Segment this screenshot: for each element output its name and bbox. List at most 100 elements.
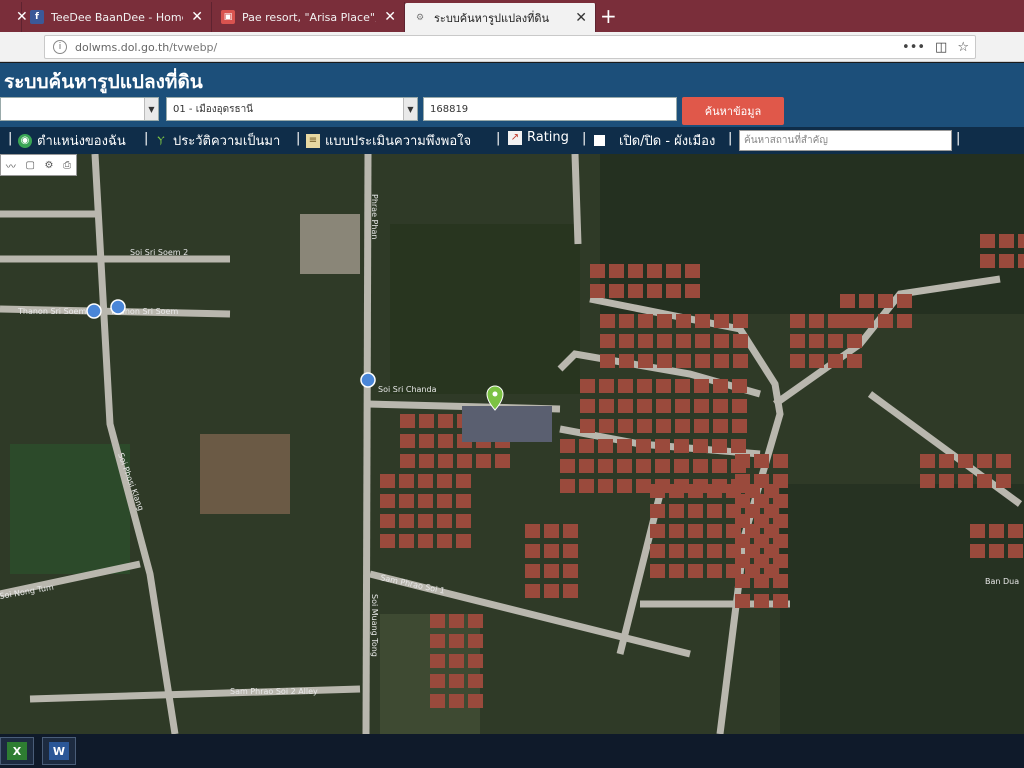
chevron-down-icon[interactable]: ▼ [144, 98, 158, 120]
house-roof [399, 514, 414, 528]
house-roof [999, 234, 1014, 248]
house-roof [598, 459, 613, 473]
menu-separator: | [296, 131, 301, 146]
word-logo: W [49, 742, 69, 760]
road-label: Soi Sri Chanda [378, 385, 437, 394]
menu-survey[interactable]: ≡ แบบประเมินความพึงพอใจ [306, 130, 471, 151]
house-roof [712, 439, 727, 453]
house-roof [619, 334, 634, 348]
house-roof [977, 474, 992, 488]
house-roof [773, 514, 788, 528]
house-roof [1008, 524, 1023, 538]
house-roof [1018, 254, 1024, 268]
house-roof [650, 484, 665, 498]
site-header: ระบบค้นหารูปแปลงที่ดิน [0, 63, 1024, 97]
menu-history[interactable]: Ⲩ ประวัติความเป็นมา [154, 130, 280, 151]
tab-previous[interactable]: ✕ [0, 2, 28, 32]
house-roof [675, 419, 690, 433]
house-roof [618, 379, 633, 393]
house-roof [380, 514, 395, 528]
house-roof [418, 494, 433, 508]
house-roof [609, 264, 624, 278]
house-roof [495, 454, 510, 468]
house-roof [430, 674, 445, 688]
parcel-number-input[interactable]: 168819 [423, 97, 677, 121]
house-roof [754, 534, 769, 548]
new-tab-button[interactable]: + [600, 6, 617, 26]
checkbox[interactable] [594, 135, 605, 146]
pocket-icon[interactable]: ◫ [935, 40, 947, 55]
word-icon[interactable]: W [42, 737, 76, 765]
house-roof [735, 554, 750, 568]
district-select[interactable]: 01 - เมืองอุดรธานี ▼ [166, 97, 418, 121]
menu-label: Rating [527, 130, 569, 145]
house-roof [695, 354, 710, 368]
tab-land-search[interactable]: ⚙ ระบบค้นหารูปแปลงที่ดิน ✕ [405, 3, 596, 32]
chevron-down-icon[interactable]: ▼ [403, 98, 417, 120]
house-roof [675, 379, 690, 393]
measure-area-icon[interactable]: ▢ [25, 160, 34, 171]
road-label: Ban Dua [985, 577, 1019, 586]
house-roof [560, 459, 575, 473]
tab-teedee-baandee[interactable]: f TeeDee BaanDee - Home ✕ [22, 2, 212, 32]
excel-logo: X [7, 742, 27, 760]
excel-icon[interactable]: X [0, 737, 34, 765]
house-roof [970, 544, 985, 558]
bookmark-star-icon[interactable]: ☆ [957, 40, 969, 55]
close-icon[interactable]: ✕ [191, 9, 203, 25]
place-search-input[interactable]: ค้นหาสถานที่สำคัญ [739, 130, 952, 151]
tab-title: Pae resort, "Arisa Place", soi so [242, 10, 377, 24]
menu-my-location[interactable]: ◉ ตำแหน่งของฉัน [18, 130, 126, 151]
tab-pae-resort[interactable]: ▣ Pae resort, "Arisa Place", soi so ✕ [213, 2, 405, 32]
house-roof [878, 314, 893, 328]
house-roof [828, 354, 843, 368]
house-roof [695, 334, 710, 348]
globe-icon: ◉ [18, 133, 32, 148]
chart-icon: ↗ [508, 130, 522, 145]
house-roof [418, 474, 433, 488]
menu-separator: | [582, 131, 587, 146]
menu-separator: | [956, 131, 961, 146]
house-roof [476, 454, 491, 468]
house-roof [637, 399, 652, 413]
print-icon[interactable]: ⎙ [63, 160, 71, 171]
house-roof [468, 634, 483, 648]
house-roof [656, 379, 671, 393]
house-roof [754, 474, 769, 488]
navigation-bar: i dolwms.dol.go.th /tvwebp/ ••• ◫ ☆ [0, 32, 1024, 62]
satellite-map[interactable]: Thanon Sri Soem Soi Sri Soem 2 Thanon Sr… [0, 154, 1024, 734]
house-roof [525, 564, 540, 578]
info-icon[interactable]: i [53, 40, 67, 54]
house-roof [449, 634, 464, 648]
house-roof [560, 479, 575, 493]
house-roof [400, 414, 415, 428]
house-roof [970, 524, 985, 538]
bus-stop-icon[interactable] [360, 372, 376, 388]
search-button[interactable]: ค้นหาข้อมูล [682, 97, 784, 125]
house-roof [977, 454, 992, 468]
measure-line-icon[interactable]: 〰 [6, 158, 16, 173]
menu-separator: | [144, 131, 149, 146]
house-roof [920, 474, 935, 488]
settings-icon[interactable]: ⚙ [45, 160, 54, 171]
road-label: Sam Phrao Soi 2 Alley [230, 687, 318, 696]
house-roof [468, 614, 483, 628]
menu-toggle-city-plan[interactable]: เปิด/ปิด - ผังเมือง [594, 130, 715, 151]
bus-stop-icon[interactable] [110, 299, 126, 315]
house-roof [735, 494, 750, 508]
menu-label: ประวัติความเป็นมา [173, 134, 281, 149]
house-roof [628, 264, 643, 278]
forest-area [780, 484, 1024, 734]
map-canvas[interactable]: Thanon Sri Soem Soi Sri Soem 2 Thanon Sr… [0, 154, 1024, 734]
house-roof [456, 494, 471, 508]
road-label: Soi Sri Soem 2 [130, 248, 188, 257]
house-roof [438, 454, 453, 468]
more-icon[interactable]: ••• [902, 40, 925, 55]
house-roof [656, 399, 671, 413]
close-icon[interactable]: ✕ [384, 9, 396, 25]
province-select[interactable]: ▼ [0, 97, 159, 121]
menu-rating[interactable]: ↗ Rating [508, 130, 569, 145]
bus-stop-icon[interactable] [86, 303, 102, 319]
url-bar[interactable]: i dolwms.dol.go.th /tvwebp/ ••• ◫ ☆ [44, 35, 976, 59]
close-icon[interactable]: ✕ [575, 10, 587, 26]
